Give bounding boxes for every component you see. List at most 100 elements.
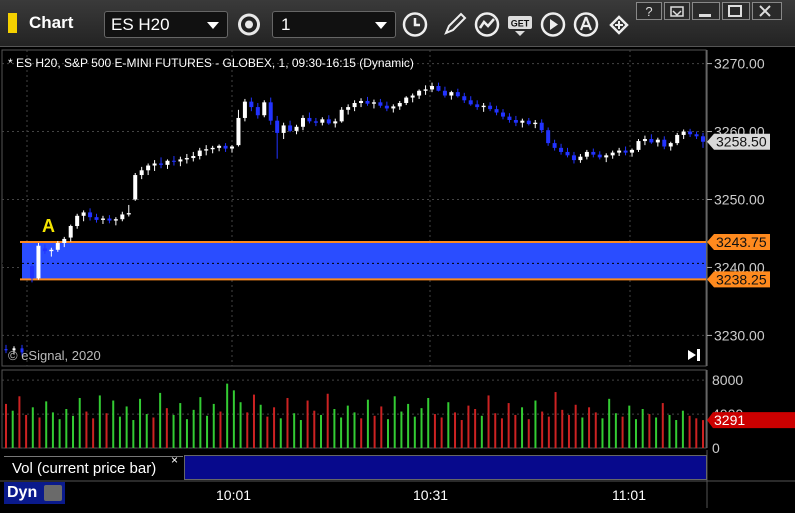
candle-body: [668, 143, 673, 147]
help-label: ?: [645, 4, 652, 19]
candle-body: [617, 150, 622, 153]
candle-body: [339, 109, 344, 122]
candle-body: [365, 100, 370, 104]
candle-body: [326, 119, 331, 124]
candle-body: [68, 226, 73, 238]
candle-body: [378, 102, 383, 106]
candle-body: [42, 248, 47, 252]
price-tick-label: 3250.00: [714, 192, 765, 208]
lock-icon[interactable]: [44, 485, 62, 501]
interval-dropdown[interactable]: 1: [272, 11, 396, 38]
candle-body: [100, 218, 105, 220]
candle-body: [597, 154, 602, 158]
candle-body: [404, 97, 409, 104]
candle-body: [552, 143, 557, 148]
candle-body: [417, 90, 422, 96]
time-label: 10:01: [216, 487, 252, 503]
chart-header: * ES H20, S&P 500 E-MINI FUTURES - GLOBE…: [8, 56, 414, 70]
candle-body: [481, 105, 486, 108]
chart-svg[interactable]: 3270.003260.003250.003240.003230.003258.…: [0, 47, 795, 508]
cursor-icon[interactable]: [572, 11, 600, 38]
candle-body: [630, 149, 635, 153]
chevron-down-icon: [207, 22, 219, 29]
candle-body: [468, 100, 473, 105]
candle-body: [688, 131, 693, 135]
candle-body: [236, 117, 241, 146]
candle-body: [30, 266, 34, 279]
candle-body: [217, 145, 222, 148]
candle-body: [294, 126, 299, 131]
gear-icon[interactable]: [235, 11, 263, 38]
candle-body: [410, 95, 415, 98]
candle-body: [210, 147, 215, 150]
copyright-text: © eSignal, 2020: [8, 348, 101, 363]
candle-body: [204, 149, 209, 151]
candle-body: [81, 212, 86, 216]
play-icon[interactable]: [539, 11, 567, 38]
candle-body: [604, 155, 609, 158]
volume-last-label: 3291: [714, 412, 745, 428]
interval-value: 1: [281, 15, 291, 34]
dyn-label: Dyn: [7, 484, 38, 501]
candle-body: [694, 134, 699, 137]
candle-body: [488, 105, 493, 110]
candle-body: [36, 245, 41, 279]
candle-body: [113, 219, 118, 221]
minimize-button[interactable]: [692, 2, 720, 20]
candle-body: [571, 155, 576, 161]
candle-body: [275, 120, 280, 133]
price-tick-label: 3270.00: [714, 56, 765, 72]
symbol-value: ES H20: [111, 15, 170, 34]
band-upper-label: 3243.75: [716, 234, 767, 250]
candle-body: [120, 214, 125, 220]
candle-body: [55, 242, 60, 250]
marker-label: A: [42, 216, 55, 236]
pencil-icon[interactable]: [441, 11, 469, 38]
get-label: GET: [511, 19, 530, 29]
candle-body: [288, 125, 293, 131]
get-icon[interactable]: GET: [506, 11, 534, 38]
candle-body: [146, 165, 151, 171]
candle-body: [533, 122, 538, 125]
title-bar: Chart ES H20 1 GET ?: [0, 0, 795, 47]
help-button[interactable]: ?: [636, 2, 662, 20]
candle-body: [49, 249, 54, 252]
close-button[interactable]: [752, 2, 782, 20]
candle-body: [197, 150, 202, 157]
candle-body: [184, 158, 189, 160]
candle-body: [559, 147, 564, 152]
candle-body: [384, 105, 389, 109]
candle-body: [520, 120, 525, 123]
maximize-button[interactable]: [722, 2, 750, 20]
link-icon[interactable]: [605, 11, 633, 38]
clock-icon[interactable]: [401, 11, 429, 38]
candle-body: [539, 122, 544, 131]
close-icon[interactable]: ×: [171, 453, 178, 467]
candle-body: [546, 130, 551, 144]
candle-body: [159, 163, 164, 165]
candle-body: [675, 134, 680, 144]
app-icon: [8, 13, 17, 33]
candle-body: [526, 120, 531, 125]
price-band: [22, 241, 706, 280]
candle-body: [578, 156, 583, 161]
candle-body: [655, 139, 660, 143]
candle-body: [642, 139, 647, 142]
candle-body: [475, 104, 480, 108]
candle-body: [649, 139, 654, 143]
study-icon[interactable]: [473, 11, 501, 38]
time-axis: [0, 481, 795, 508]
candle-body: [359, 100, 364, 104]
candle-body: [423, 89, 428, 91]
candle-body: [494, 109, 499, 113]
candle-body: [346, 107, 351, 110]
price-axis: [707, 50, 795, 366]
candle-body: [436, 86, 441, 91]
candle-body: [94, 217, 99, 220]
volume-tick-label: 0: [712, 440, 720, 456]
restore-button[interactable]: [664, 2, 690, 20]
candle-body: [462, 96, 467, 101]
candle-body: [139, 170, 144, 176]
chart-area[interactable]: 3270.00 3260.00 3250.00 3240.00 3230.00 3258.…: [0, 47, 795, 508]
symbol-dropdown[interactable]: ES H20: [104, 11, 228, 38]
